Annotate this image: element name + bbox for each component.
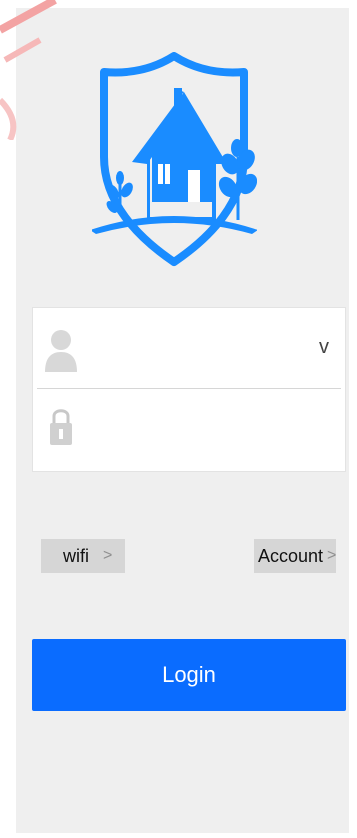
account-label: Account xyxy=(258,545,324,566)
wifi-label: wifi xyxy=(63,545,89,566)
password-input[interactable] xyxy=(91,409,310,451)
username-row: v xyxy=(33,308,345,388)
account-button[interactable]: Account > xyxy=(254,539,336,573)
username-input[interactable] xyxy=(91,328,310,370)
wifi-button[interactable]: wifi > xyxy=(41,539,125,573)
house-shield-logo-icon xyxy=(92,52,257,266)
watermark-icon xyxy=(0,0,57,140)
user-icon xyxy=(45,330,77,372)
password-row xyxy=(33,389,345,469)
login-form-card: v xyxy=(32,307,346,472)
chevron-right-icon: > xyxy=(103,547,113,564)
login-button[interactable]: Login xyxy=(32,639,346,711)
lock-icon xyxy=(50,409,72,445)
username-dropdown-button[interactable]: v xyxy=(313,336,335,358)
chevron-right-icon: > xyxy=(327,547,337,564)
